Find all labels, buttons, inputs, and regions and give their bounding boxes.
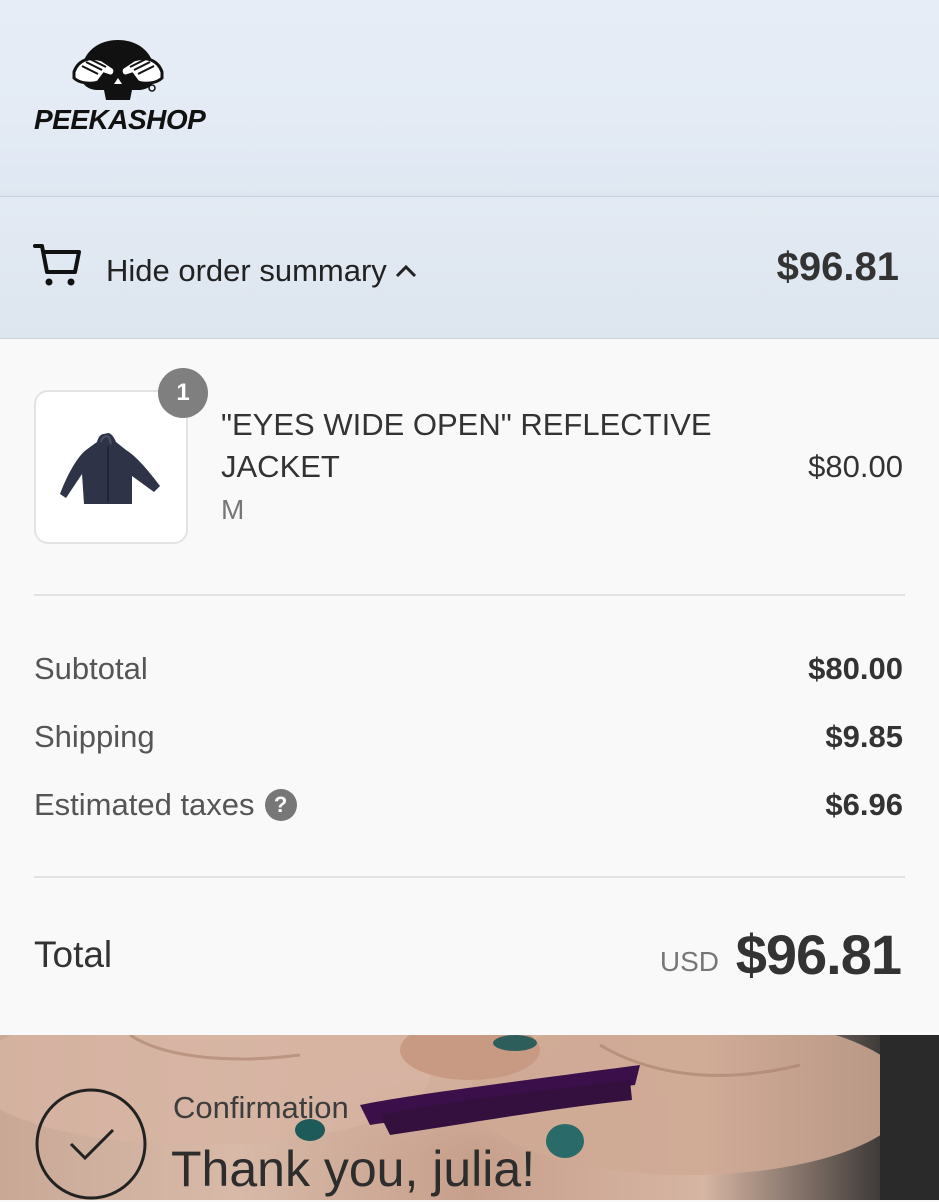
thank-you-heading: Thank you, julia!: [171, 1141, 536, 1197]
jacket-image: [60, 433, 160, 504]
product-price: $80.00: [808, 449, 903, 484]
help-icon[interactable]: ?: [264, 789, 297, 821]
divider: [34, 876, 905, 878]
check-circle-icon: [35, 1088, 147, 1200]
chevron-up-icon: [395, 250, 417, 286]
estimated-taxes-label: Estimated taxes: [34, 787, 255, 822]
confirmation-label: Confirmation: [173, 1090, 349, 1125]
logo[interactable]: PEEKASHOP: [34, 38, 206, 148]
total-value: $96.81: [735, 923, 902, 986]
quantity-badge: 1: [158, 368, 208, 418]
redaction-scribble: [360, 1065, 640, 1135]
summary-total-price: $96.81: [776, 245, 899, 289]
divider: [34, 594, 905, 596]
product-thumbnail: [34, 390, 188, 544]
shipping-value: $9.85: [825, 719, 903, 754]
cart-icon[interactable]: [33, 240, 83, 290]
brand-name: PEEKASHOP: [34, 104, 206, 135]
product-name: "EYES WIDE OPEN" REFLECTIVE JACKET: [221, 407, 712, 484]
hide-order-summary-button[interactable]: Hide order summary: [106, 250, 417, 289]
hide-order-summary-label: Hide order summary: [106, 253, 387, 288]
hands-over-eyes-skull-icon: [72, 40, 164, 100]
estimated-taxes-value: $6.96: [825, 787, 903, 822]
subtotal-value: $80.00: [808, 651, 903, 686]
estimated-taxes-row: Estimated taxes?: [34, 787, 297, 823]
shipping-label: Shipping: [34, 719, 155, 754]
total-label: Total: [34, 934, 113, 975]
product-variant: M: [221, 494, 245, 525]
header: PEEKASHOP: [0, 0, 939, 197]
currency-code: USD: [659, 946, 719, 977]
subtotal-label: Subtotal: [34, 651, 148, 686]
